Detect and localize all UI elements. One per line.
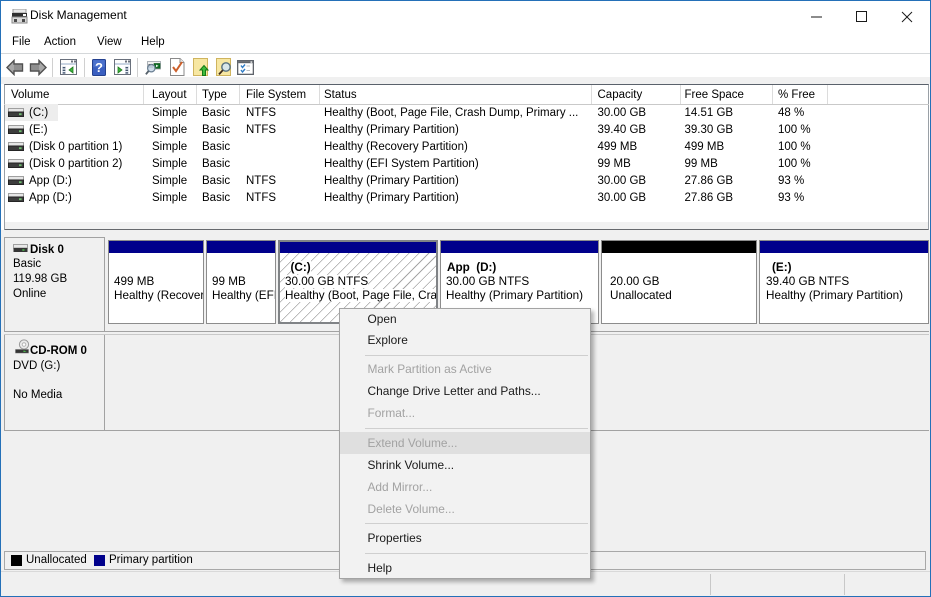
svg-text:?: ?	[95, 60, 103, 75]
